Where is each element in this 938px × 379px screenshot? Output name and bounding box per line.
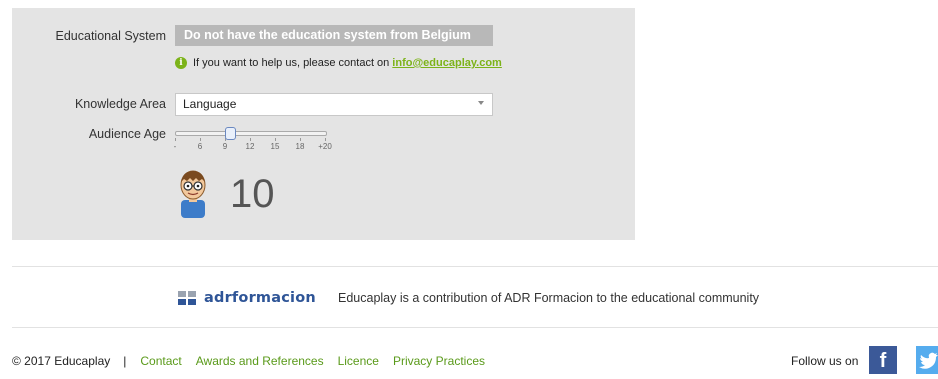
footer-link-contact[interactable]: Contact <box>140 354 181 368</box>
footer-link-privacy[interactable]: Privacy Practices <box>393 354 485 368</box>
follow-us-label: Follow us on <box>791 354 859 368</box>
facebook-icon[interactable]: f <box>869 346 897 374</box>
info-text: If you want to help us, please contact o… <box>193 57 390 69</box>
slider-tick <box>250 138 251 141</box>
age-tick-label: 15 <box>270 142 280 151</box>
info-icon: i <box>175 57 187 69</box>
adrformacion-logo-mark <box>178 290 197 306</box>
slider-tick <box>275 138 276 141</box>
audience-age-value: 10 <box>230 172 275 216</box>
educational-system-field: Do not have the education system from Be… <box>175 25 493 46</box>
age-tick-label: +20 <box>318 142 332 151</box>
knowledge-area-select[interactable]: Language <box>175 93 493 116</box>
contact-email-link[interactable]: info@educaplay.com <box>392 57 502 69</box>
slider-tick <box>300 138 301 141</box>
knowledge-area-label: Knowledge Area <box>74 97 166 111</box>
age-tick-label: 18 <box>295 142 305 151</box>
twitter-icon[interactable] <box>916 346 938 374</box>
footer: © 2017 Educaplay | Contact Awards and Re… <box>12 354 499 368</box>
user-avatar-icon <box>177 170 209 218</box>
contribution-text: Educaplay is a contribution of ADR Forma… <box>338 291 760 305</box>
educational-system-label: Educational System <box>55 29 166 43</box>
audience-age-label: Audience Age <box>88 127 166 141</box>
footer-link-licence[interactable]: Licence <box>338 354 379 368</box>
copyright-text: © 2017 Educaplay <box>12 354 111 368</box>
slider-handle[interactable] <box>225 127 236 140</box>
age-tick-label: 12 <box>245 142 255 151</box>
audience-age-slider[interactable]: - 6 9 12 15 18 +20 <box>173 127 332 153</box>
slider-track[interactable] <box>175 131 327 136</box>
info-line: i If you want to help us, please contact… <box>175 57 502 69</box>
dropdown-arrow-icon <box>478 101 484 105</box>
slider-tick <box>325 138 326 141</box>
age-tick-label: 9 <box>222 142 228 151</box>
divider <box>12 327 938 328</box>
activity-settings-panel: Educational System Do not have the educa… <box>12 8 635 240</box>
adrformacion-logo[interactable]: adrformacion <box>178 290 316 306</box>
footer-separator: | <box>123 354 127 368</box>
knowledge-area-value: Language <box>183 97 237 111</box>
footer-link-awards[interactable]: Awards and References <box>196 354 324 368</box>
logo-text: adrformacion <box>204 290 316 306</box>
slider-tick <box>175 138 176 141</box>
divider <box>12 266 938 267</box>
age-tick-label: 6 <box>197 142 203 151</box>
age-tick-label: - <box>173 142 177 151</box>
slider-tick <box>200 138 201 141</box>
